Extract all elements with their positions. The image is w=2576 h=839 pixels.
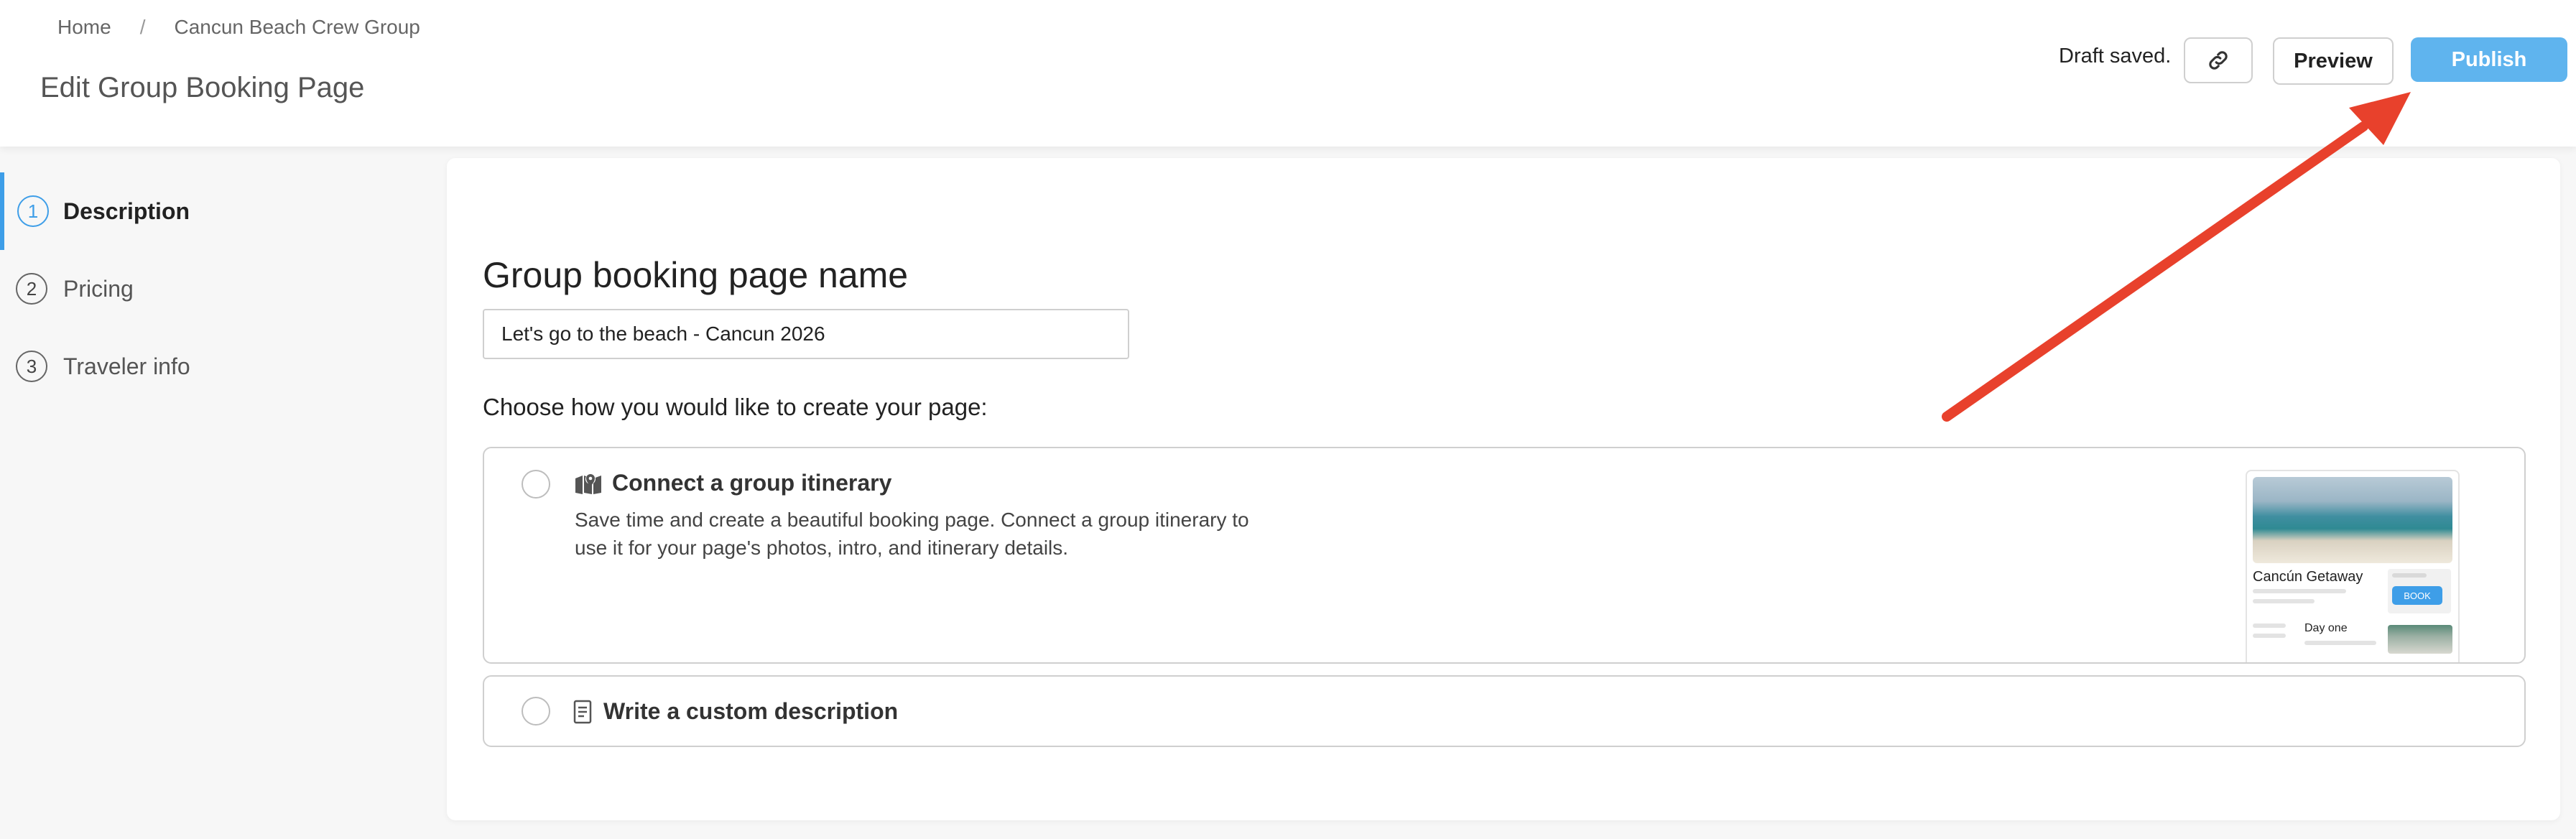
map-icon xyxy=(575,474,601,494)
placeholder-line xyxy=(2392,573,2427,578)
copy-link-button[interactable] xyxy=(2184,37,2253,83)
day-photo xyxy=(2388,625,2452,654)
itinerary-preview-thumbnail: Cancún Getaway BOOK Day one xyxy=(2246,470,2460,662)
placeholder-line xyxy=(2253,624,2286,628)
step-label: Description xyxy=(63,198,190,224)
page-title: Edit Group Booking Page xyxy=(40,72,365,103)
draft-status: Draft saved. xyxy=(2059,45,2172,68)
publish-button[interactable]: Publish xyxy=(2411,37,2567,82)
option-custom-description[interactable]: Write a custom description xyxy=(483,675,2526,747)
document-icon xyxy=(573,700,592,724)
breadcrumb: Home / Cancun Beach Crew Group xyxy=(57,16,420,39)
option-description: Save time and create a beautiful booking… xyxy=(575,509,1249,559)
step-traveler-info[interactable]: 3 Traveler info xyxy=(0,328,431,405)
radio-custom-description[interactable] xyxy=(522,697,550,726)
preview-book-button: BOOK xyxy=(2392,586,2442,605)
preview-button[interactable]: Preview xyxy=(2273,37,2394,85)
option-title: Write a custom description xyxy=(603,698,899,724)
step-number: 1 xyxy=(17,195,49,227)
booking-page-name-input[interactable] xyxy=(483,309,1129,359)
breadcrumb-separator: / xyxy=(139,16,146,38)
link-icon xyxy=(2209,51,2228,70)
preview-day-label: Day one xyxy=(2304,622,2348,634)
step-label: Pricing xyxy=(63,275,134,302)
beach-photo xyxy=(2253,477,2452,563)
section-title: Group booking page name xyxy=(483,255,909,295)
step-pricing[interactable]: 2 Pricing xyxy=(0,250,431,328)
breadcrumb-current-link[interactable]: Cancun Beach Crew Group xyxy=(174,16,420,39)
placeholder-line xyxy=(2253,634,2286,638)
choose-method-label: Choose how you would like to create your… xyxy=(483,394,988,420)
placeholder-line xyxy=(2304,641,2376,645)
page-header: Home / Cancun Beach Crew Group Edit Group … xyxy=(0,0,2576,147)
radio-connect-itinerary[interactable] xyxy=(522,470,550,499)
option-title: Connect a group itinerary xyxy=(612,470,892,496)
step-label: Traveler info xyxy=(63,353,190,379)
step-number: 2 xyxy=(16,273,47,305)
step-number: 3 xyxy=(16,351,47,382)
breadcrumb-home-link[interactable]: Home xyxy=(57,16,111,39)
placeholder-line xyxy=(2253,599,2315,603)
step-description[interactable]: 1 Description xyxy=(0,172,431,250)
preview-title: Cancún Getaway xyxy=(2253,569,2363,585)
placeholder-line xyxy=(2253,589,2346,593)
option-connect-itinerary[interactable]: Connect a group itinerary Save time and … xyxy=(483,447,2526,664)
